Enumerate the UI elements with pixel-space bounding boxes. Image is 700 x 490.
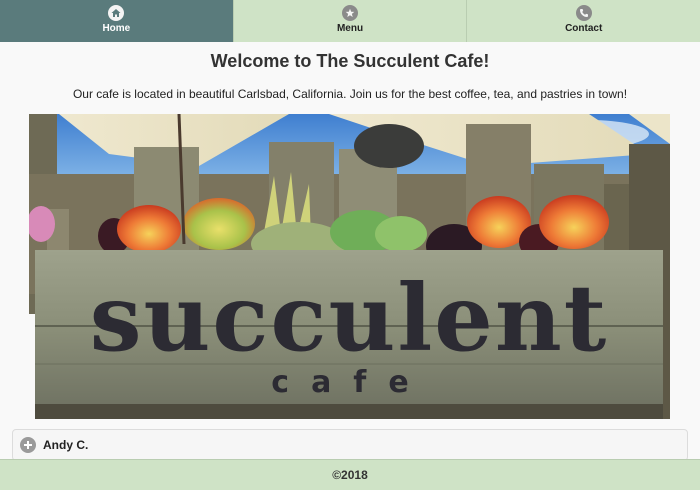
footer: ©2018: [0, 459, 700, 490]
testimonial-collapsible[interactable]: Andy C.: [12, 429, 688, 461]
page-title: Welcome to The Succulent Cafe!: [210, 51, 490, 71]
testimonial-name: Andy C.: [43, 438, 89, 452]
plus-circle-icon: [20, 437, 36, 453]
tab-home[interactable]: Home: [0, 0, 234, 42]
top-nav: Home Menu Contact: [0, 0, 700, 42]
copyright-text: ©2018: [332, 468, 368, 482]
tab-contact[interactable]: Contact: [467, 0, 700, 42]
intro-text: Our cafe is located in beautiful Carlsba…: [72, 87, 628, 101]
star-icon: [342, 5, 358, 21]
tab-menu-label: Menu: [336, 23, 364, 34]
tab-contact-label: Contact: [565, 23, 603, 34]
home-icon: [108, 5, 125, 21]
svg-text:cafe: cafe: [271, 365, 430, 400]
svg-text:succulent: succulent: [90, 264, 608, 372]
hero-image: succulent cafe: [29, 114, 670, 419]
phone-icon: [575, 5, 592, 21]
tab-menu[interactable]: Menu: [233, 0, 468, 42]
tab-home-label: Home: [102, 23, 131, 34]
